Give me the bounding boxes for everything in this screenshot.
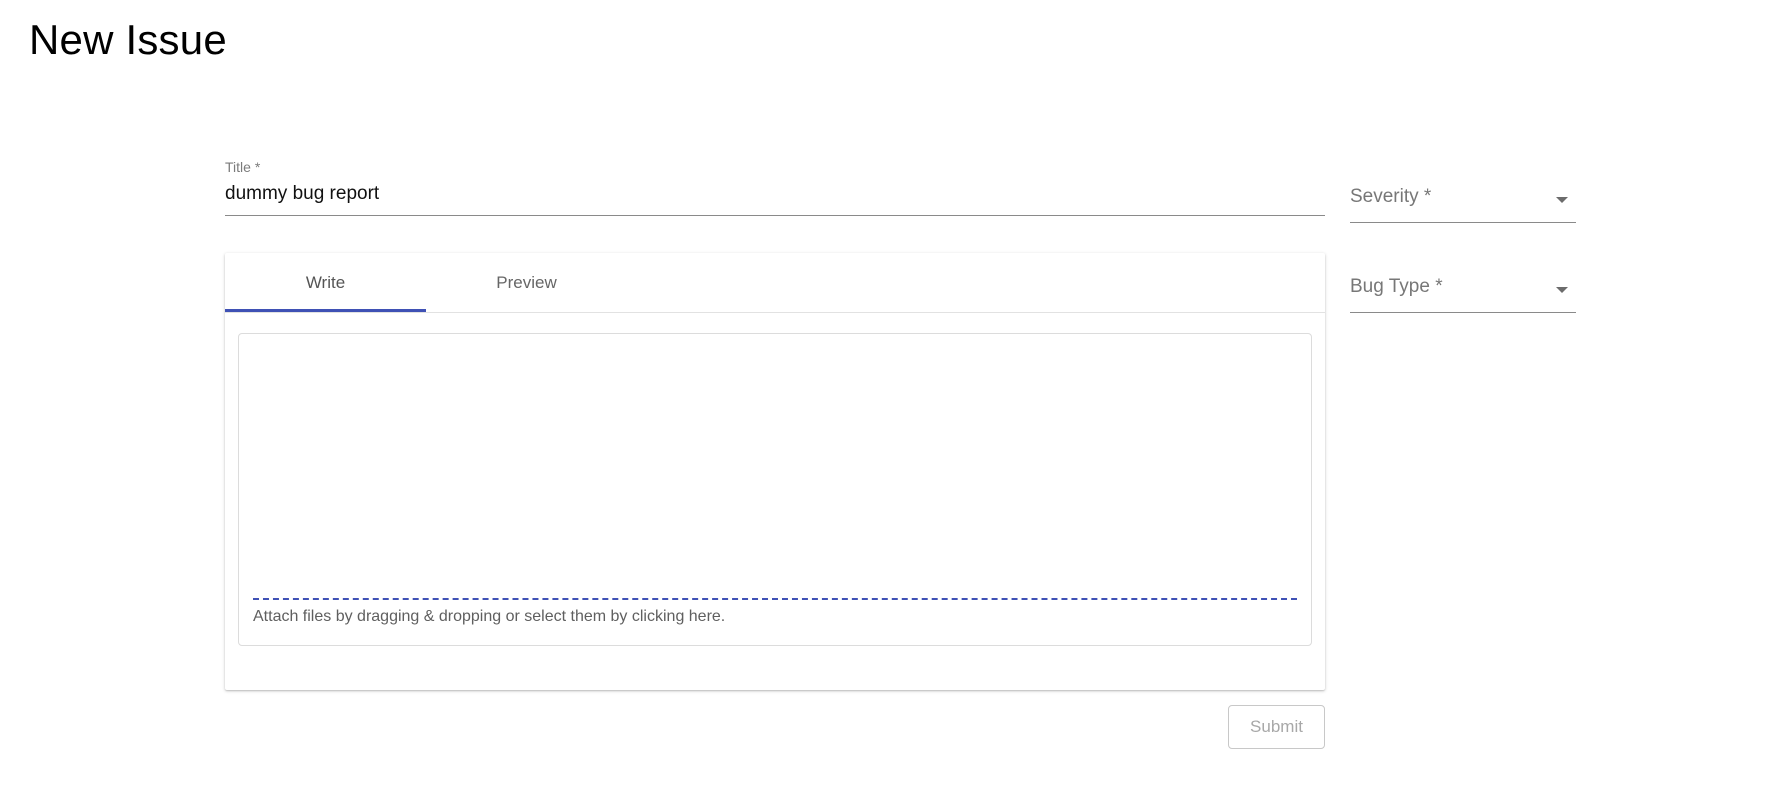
severity-select-label: Severity * [1350,186,1432,207]
caret-down-icon [1556,287,1568,293]
bug-type-select-label: Bug Type * [1350,276,1443,297]
title-field[interactable]: Title * dummy bug report [225,157,1325,216]
page-title: New Issue [29,16,227,63]
title-field-value[interactable]: dummy bug report [225,183,379,205]
title-field-label: Title * [225,159,261,175]
dropzone-divider [253,598,1297,600]
new-issue-page: New Issue Title * dummy bug report Sever… [0,0,1784,796]
bug-type-select[interactable]: Bug Type * [1350,273,1576,313]
editor-tabs: Write Preview [225,253,1325,313]
caret-down-icon [1556,197,1568,203]
description-textarea[interactable] [239,334,1311,584]
severity-select[interactable]: Severity * [1350,183,1576,223]
description-editor-card: Write Preview Attach files by dragging &… [225,253,1325,690]
editor-box: Attach files by dragging & dropping or s… [238,333,1312,646]
attach-files-dropzone[interactable]: Attach files by dragging & dropping or s… [253,608,725,626]
tab-write[interactable]: Write [225,253,426,312]
active-tab-indicator [225,309,426,312]
submit-button[interactable]: Submit [1228,705,1325,749]
tab-preview[interactable]: Preview [426,253,627,312]
